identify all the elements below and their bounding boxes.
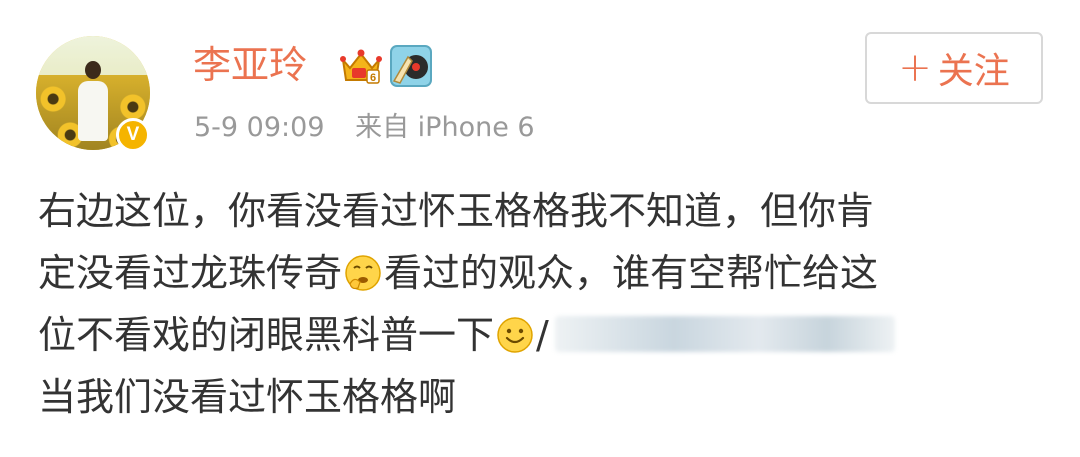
content-text: 定没看过龙珠传奇 xyxy=(38,251,343,295)
post-content: 右边这位，你看没看过怀玉格格我不知道，但你肯 定没看过龙珠传奇 看过的观众，谁有… xyxy=(38,180,1048,428)
content-text: 位不看戏的闭眼黑科普一下 xyxy=(38,313,495,357)
content-text: 看过的观众，谁有空帮忙给这 xyxy=(384,251,879,295)
content-line: 定没看过龙珠传奇 看过的观众，谁有空帮忙给这 xyxy=(38,242,1048,304)
music-badge-icon[interactable] xyxy=(390,45,432,87)
content-text: 当我们没看过怀玉格格啊 xyxy=(38,375,457,419)
author-name[interactable]: 李亚玲 xyxy=(193,40,307,90)
avatar-person xyxy=(78,61,108,142)
post-meta: 5-9 09:09 来自 iPhone 6 xyxy=(194,108,535,148)
post-time: 5-9 09:09 xyxy=(194,112,325,143)
post-source[interactable]: 来自 iPhone 6 xyxy=(355,112,534,143)
thinking-emoji-icon xyxy=(345,255,381,291)
content-line: 右边这位，你看没看过怀玉格格我不知道，但你肯 xyxy=(38,180,1048,242)
follow-label: 关注 xyxy=(937,51,1010,92)
blurred-link[interactable] xyxy=(554,316,895,352)
content-text: 右边这位，你看没看过怀玉格格我不知道，但你肯 xyxy=(38,189,875,233)
plus-icon: + xyxy=(898,45,932,91)
verified-badge-icon: V xyxy=(116,118,150,152)
content-line: 位不看戏的闭眼黑科普一下 / xyxy=(38,304,1048,366)
content-text: / xyxy=(536,313,549,357)
follow-button[interactable]: + 关注 xyxy=(865,32,1043,104)
svg-text:6: 6 xyxy=(370,72,376,84)
content-line: 当我们没看过怀玉格格啊 xyxy=(38,366,1048,428)
smile-emoji-icon xyxy=(497,317,533,353)
crown-vip-icon[interactable]: 6 xyxy=(340,46,382,86)
